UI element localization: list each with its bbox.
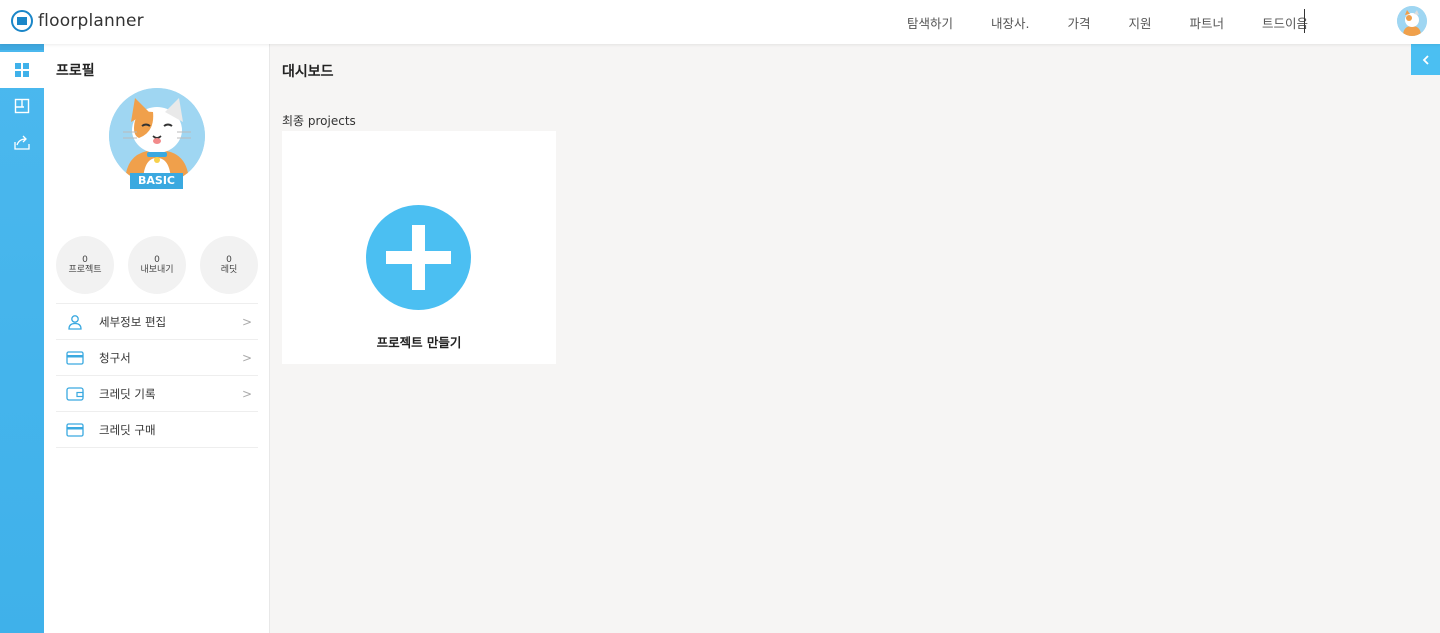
profile-avatar [109, 88, 205, 184]
stat-projects[interactable]: 0 프로젝트 [56, 236, 114, 294]
rail-share-button[interactable] [0, 124, 44, 160]
menu-edit-details[interactable]: 세부정보 편집 > [56, 304, 258, 340]
user-avatar[interactable] [1397, 6, 1427, 36]
plus-icon[interactable] [366, 205, 471, 310]
menu-buy-credits-label: 크레딧 구매 [99, 422, 156, 437]
wallet-icon [65, 384, 85, 404]
menu-edit-details-label: 세부정보 편집 [99, 314, 167, 329]
dashboard-icon [15, 63, 29, 77]
create-project-label: 프로젝트 만들기 [376, 335, 462, 350]
chevron-right-icon: > [241, 387, 252, 401]
profile-title: 프로필 [56, 63, 95, 79]
chevron-right-icon: > [241, 315, 252, 329]
stat-credits-label: 레딧 [220, 264, 238, 275]
card-icon [65, 348, 85, 368]
nav-partners[interactable]: 파트너 [1189, 13, 1224, 32]
chevron-left-icon [1422, 54, 1429, 65]
profile-panel: 프로필 BASIC 0 프로젝트 0 내보내기 0 레딧 세부정보 편집 > 청… [44, 44, 270, 633]
profile-menu: 세부정보 편집 > 청구서 > 크레딧 기록 > 크레딧 구매 [56, 303, 258, 448]
profile-stats: 0 프로젝트 0 내보내기 0 레딧 [56, 236, 258, 294]
page-title: 대시보드 [282, 64, 334, 80]
floorplan-icon [14, 98, 30, 114]
nav-explore[interactable]: 탐색하기 [907, 13, 953, 32]
nav-more[interactable]: 트드이음 [1262, 13, 1308, 32]
top-bar: floorplanner 탐색하기 내장사. 가격 지원 파트너 트드이음 [0, 0, 1440, 44]
menu-invoices-label: 청구서 [99, 350, 131, 365]
stat-exports[interactable]: 0 내보내기 [128, 236, 186, 294]
rail-floorplan-button[interactable] [0, 88, 44, 124]
nav-interior[interactable]: 내장사. [991, 13, 1029, 32]
stat-exports-label: 내보내기 [140, 264, 174, 275]
stat-projects-label: 프로젝트 [68, 264, 102, 275]
nav-support[interactable]: 지원 [1128, 13, 1151, 32]
menu-buy-credits[interactable]: 크레딧 구매 [56, 412, 258, 448]
rail-dashboard-button[interactable] [0, 52, 44, 88]
stat-credits-value: 0 [226, 254, 232, 265]
stat-projects-value: 0 [82, 254, 88, 265]
logo[interactable]: floorplanner [11, 10, 144, 32]
nav-divider [1304, 9, 1305, 33]
create-project-card[interactable]: 프로젝트 만들기 [282, 131, 556, 364]
collapse-panel-button[interactable] [1411, 44, 1440, 75]
plan-badge: BASIC [130, 173, 183, 189]
stat-exports-value: 0 [154, 254, 160, 265]
nav-pricing[interactable]: 가격 [1067, 13, 1090, 32]
logo-text: floorplanner [38, 11, 144, 31]
cat-avatar-icon [1397, 6, 1427, 36]
floorplanner-logo-icon [11, 10, 33, 32]
rail-strip [0, 44, 44, 50]
stat-credits[interactable]: 0 레딧 [200, 236, 258, 294]
menu-credit-history[interactable]: 크레딧 기록 > [56, 376, 258, 412]
user-icon [65, 312, 85, 332]
card-icon [65, 420, 85, 440]
recent-projects-label: 최종 projects [282, 114, 356, 128]
cat-avatar-icon [109, 88, 205, 184]
share-icon [14, 135, 30, 150]
menu-invoices[interactable]: 청구서 > [56, 340, 258, 376]
menu-credit-history-label: 크레딧 기록 [99, 386, 156, 401]
icon-rail [0, 44, 44, 633]
chevron-right-icon: > [241, 351, 252, 365]
top-nav: 탐색하기 내장사. 가격 지원 파트너 트드이음 [869, 0, 1308, 44]
